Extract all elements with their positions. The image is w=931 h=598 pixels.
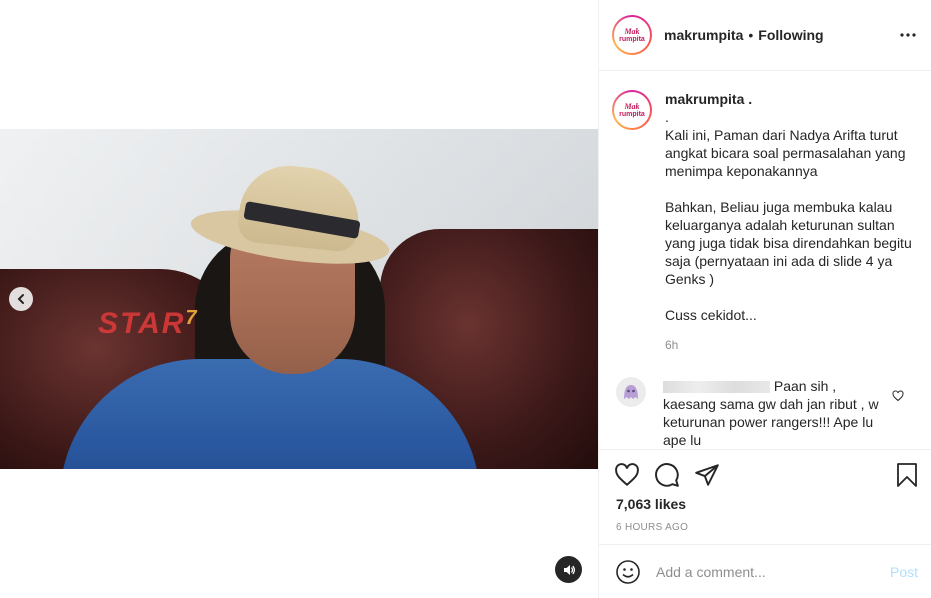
save-button[interactable] <box>894 462 920 488</box>
post-timestamp[interactable]: 6 HOURS AGO <box>616 522 688 533</box>
header-separator: • <box>748 27 754 43</box>
like-button[interactable] <box>614 462 640 488</box>
share-button[interactable] <box>694 462 720 488</box>
avatar-logo-line2: rumpita <box>619 110 645 118</box>
previous-slide-button[interactable] <box>9 287 33 311</box>
following-button[interactable]: Following <box>758 27 823 43</box>
action-icons <box>614 462 720 488</box>
caption-username[interactable]: makrumpita . <box>665 90 915 108</box>
avatar-logo: Mak rumpita <box>614 17 650 53</box>
video-frame[interactable]: STAR7 <box>0 129 598 469</box>
commenter-avatar[interactable] <box>616 377 646 407</box>
avatar-logo-line2: rumpita <box>619 35 645 43</box>
add-comment-bar: Post <box>599 544 931 598</box>
heart-outline-icon <box>892 390 904 402</box>
header-username[interactable]: makrumpita <box>664 27 743 43</box>
avatar-logo-line1: Mak <box>624 26 640 36</box>
post-sidebar: Mak rumpita makrumpita • Following Mak r… <box>598 0 931 598</box>
more-options-button[interactable] <box>899 26 917 44</box>
comment-like-button[interactable] <box>892 389 906 403</box>
post-actions: 7,063 likes 6 HOURS AGO <box>599 449 931 544</box>
caption-timestamp[interactable]: 6h <box>665 338 915 352</box>
caption-text: . Kali ini, Paman dari Nadya Arifta turu… <box>665 109 912 323</box>
more-horizontal-icon <box>900 33 916 37</box>
avatar[interactable]: Mak rumpita <box>612 15 652 55</box>
caption-avatar[interactable]: Mak rumpita <box>612 90 652 130</box>
comment-icon <box>655 463 679 487</box>
heart-icon <box>615 463 639 487</box>
speaker-icon <box>563 564 575 575</box>
blurred-username <box>663 381 770 394</box>
post-comment-button[interactable]: Post <box>890 564 918 580</box>
emoji-button[interactable] <box>615 559 641 585</box>
watermark-number: 7 <box>185 307 199 329</box>
video-watermark: STAR7 <box>98 307 199 341</box>
comments-section[interactable]: Mak rumpita makrumpita . . Kali ini, Pam… <box>599 72 931 449</box>
avatar-logo-line1: Mak <box>624 101 640 111</box>
emoji-icon <box>616 559 640 584</box>
ghost-avatar-icon <box>624 385 638 399</box>
comment-item: Paan sih , kaesang sama gw dah jan ribut… <box>616 377 916 449</box>
post-media: STAR7 <box>0 0 598 598</box>
watermark-text: STAR <box>98 307 186 340</box>
avatar-logo: Mak rumpita <box>614 92 650 128</box>
sound-toggle-button[interactable] <box>555 556 582 583</box>
likes-count[interactable]: 7,063 likes <box>616 496 686 512</box>
comment-button[interactable] <box>654 462 680 488</box>
send-icon <box>695 464 719 486</box>
bookmark-icon <box>897 463 917 487</box>
comment-input[interactable] <box>656 563 876 580</box>
comment-body: Paan sih , kaesang sama gw dah jan ribut… <box>663 377 893 449</box>
caption-body: makrumpita . . Kali ini, Paman dari Nady… <box>665 90 915 352</box>
chevron-left-icon <box>17 294 24 304</box>
post-caption: Mak rumpita makrumpita . . Kali ini, Pam… <box>612 90 922 352</box>
post-header: Mak rumpita makrumpita • Following <box>599 0 931 71</box>
